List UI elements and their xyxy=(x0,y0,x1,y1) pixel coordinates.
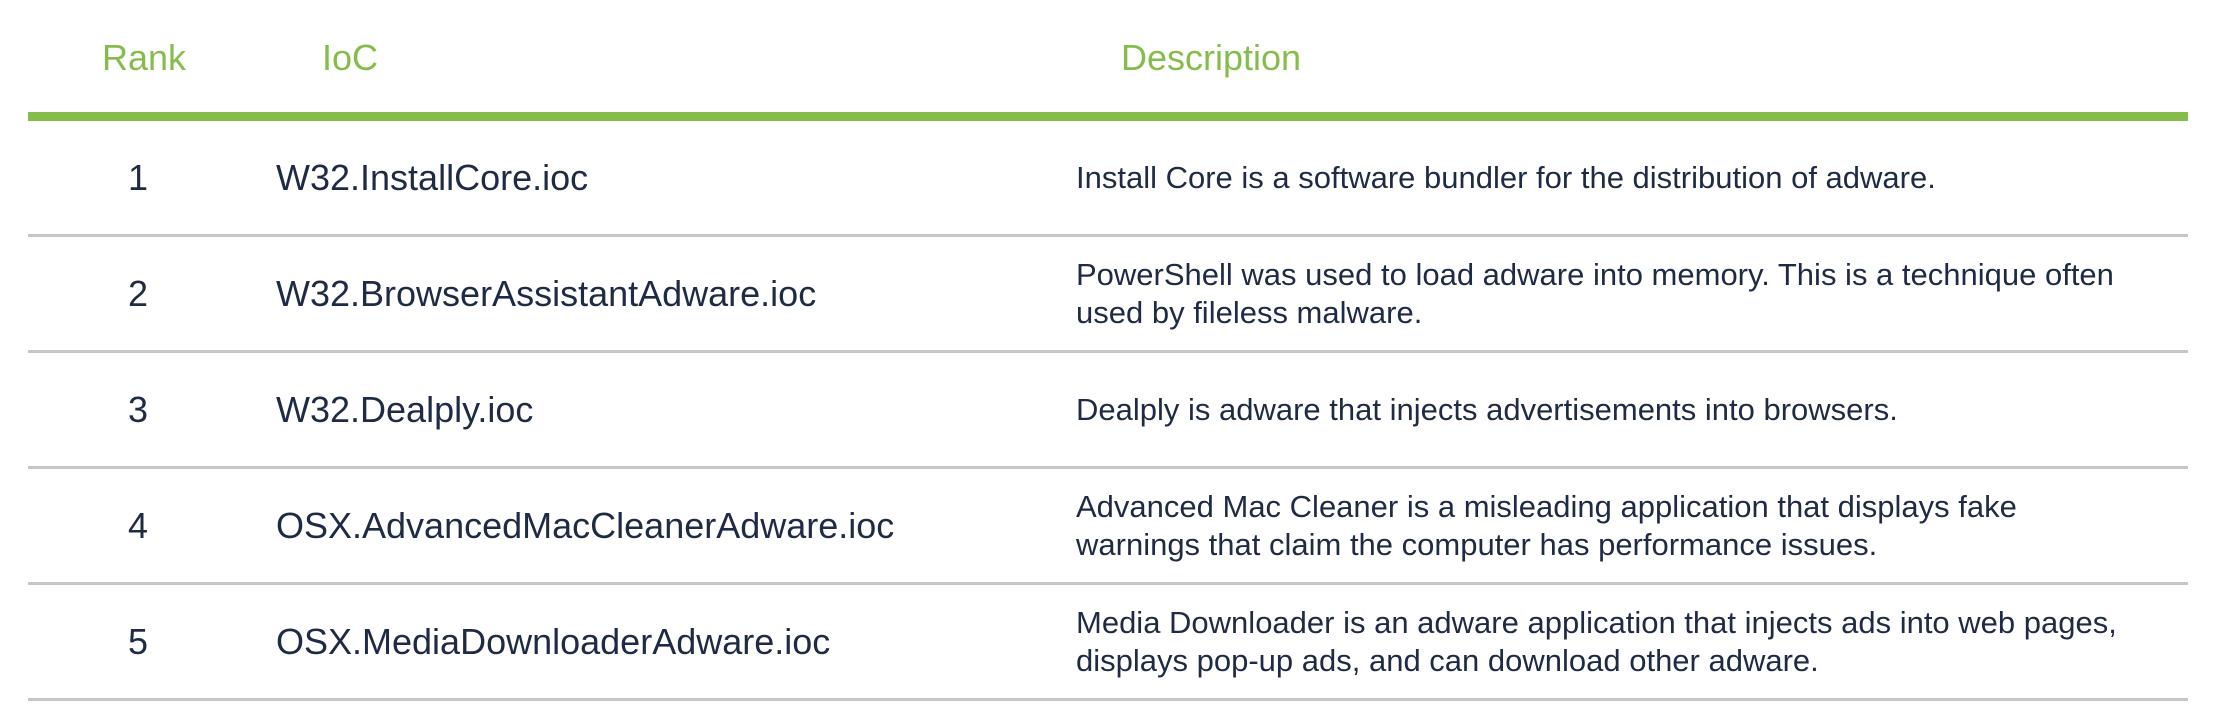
column-header-description: Description xyxy=(1121,37,1302,78)
description-cell: Install Core is a software bundler for t… xyxy=(1076,159,1936,195)
description-cell: Media Downloader is an adware applicatio… xyxy=(1076,604,2117,678)
rank-cell: 4 xyxy=(127,504,149,546)
table-row: 3 W32.Dealply.ioc Dealply is adware that… xyxy=(28,353,2188,469)
ioc-cell: W32.Dealply.ioc xyxy=(276,388,534,430)
column-header-ioc: IoC xyxy=(322,37,379,78)
description-cell: PowerShell was used to load adware into … xyxy=(1076,256,2114,330)
table-row: 5 OSX.MediaDownloaderAdware.ioc Media Do… xyxy=(28,585,2188,701)
rank-cell: 1 xyxy=(127,156,149,198)
table-row: 1 W32.InstallCore.ioc Install Core is a … xyxy=(28,121,2188,237)
ioc-cell: OSX.AdvancedMacCleanerAdware.ioc xyxy=(276,504,895,546)
rank-cell: 3 xyxy=(127,388,149,430)
column-header-rank: Rank xyxy=(102,37,187,78)
rank-cell: 2 xyxy=(127,272,149,314)
ioc-cell: W32.BrowserAssistantAdware.ioc xyxy=(276,272,817,314)
description-cell: Dealply is adware that injects advertise… xyxy=(1076,391,1898,427)
ioc-cell: OSX.MediaDownloaderAdware.ioc xyxy=(276,620,831,662)
table-header: Rank IoC Description xyxy=(28,0,2188,121)
ioc-table: Rank IoC Description 1 W32.InstallCore.i… xyxy=(28,0,2188,701)
rank-cell: 5 xyxy=(127,620,149,662)
table-row: 4 OSX.AdvancedMacCleanerAdware.ioc Advan… xyxy=(28,469,2188,585)
table-row: 2 W32.BrowserAssistantAdware.ioc PowerSh… xyxy=(28,237,2188,353)
description-cell: Advanced Mac Cleaner is a misleading app… xyxy=(1076,488,2017,562)
ioc-cell: W32.InstallCore.ioc xyxy=(276,156,589,198)
